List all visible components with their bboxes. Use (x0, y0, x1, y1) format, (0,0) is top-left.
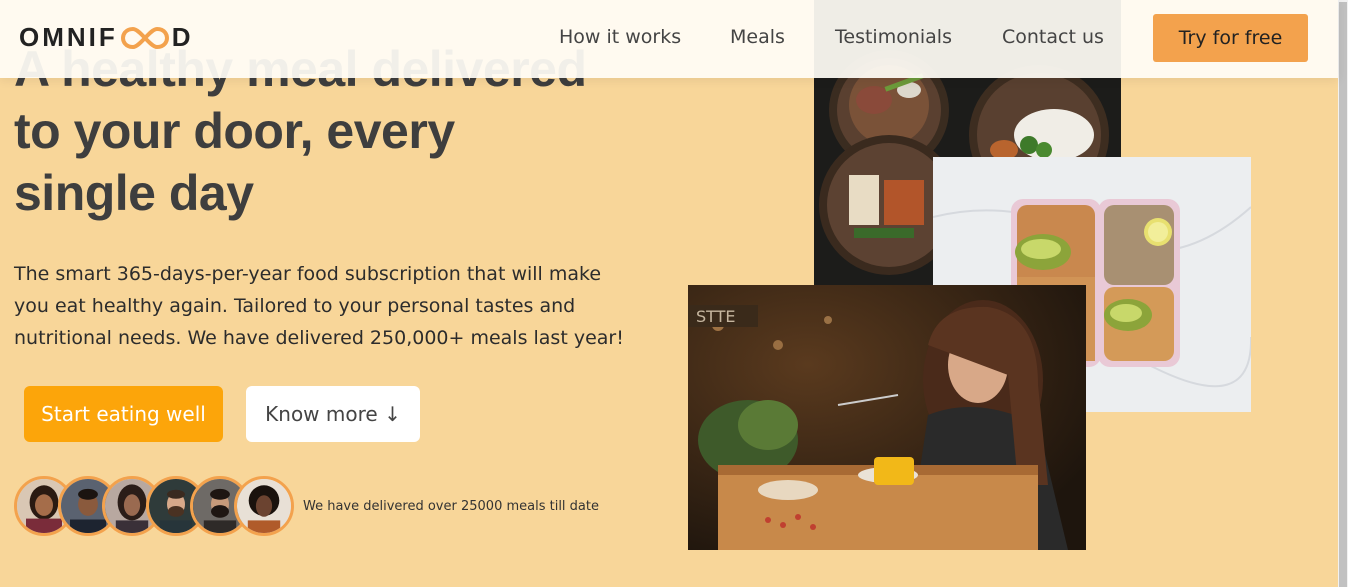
page-scrollbar[interactable] (1338, 0, 1348, 587)
nav-how-it-works[interactable]: How it works (559, 26, 681, 48)
site-header: OMNIF D How it works Meals Testimonials … (0, 0, 1338, 78)
woman-eating-image: STTE (688, 285, 1086, 550)
hero-title-line-2: to your door, every (14, 103, 455, 159)
nav-meals[interactable]: Meals (730, 26, 785, 48)
start-eating-well-button[interactable]: Start eating well (24, 386, 223, 442)
infinity-icon (120, 26, 169, 49)
avatar (234, 476, 294, 536)
nav-testimonials[interactable]: Testimonials (835, 26, 952, 48)
try-for-free-button[interactable]: Try for free (1153, 14, 1308, 62)
hero-description: The smart 365-days-per-year food subscri… (14, 263, 624, 349)
svg-text:STTE: STTE (696, 307, 736, 326)
logo-text-left: OMNIF (19, 22, 118, 52)
hero-title-line-3: single day (14, 165, 254, 221)
scrollbar-thumb[interactable] (1339, 2, 1347, 587)
nav-contact-us[interactable]: Contact us (1002, 26, 1104, 48)
omnifood-logo[interactable]: OMNIF D (19, 22, 194, 53)
delivered-meals-text: We have delivered over 25000 meals till … (303, 499, 599, 514)
know-more-button[interactable]: Know more ↓ (246, 386, 420, 442)
logo-text-right: D (171, 22, 194, 52)
